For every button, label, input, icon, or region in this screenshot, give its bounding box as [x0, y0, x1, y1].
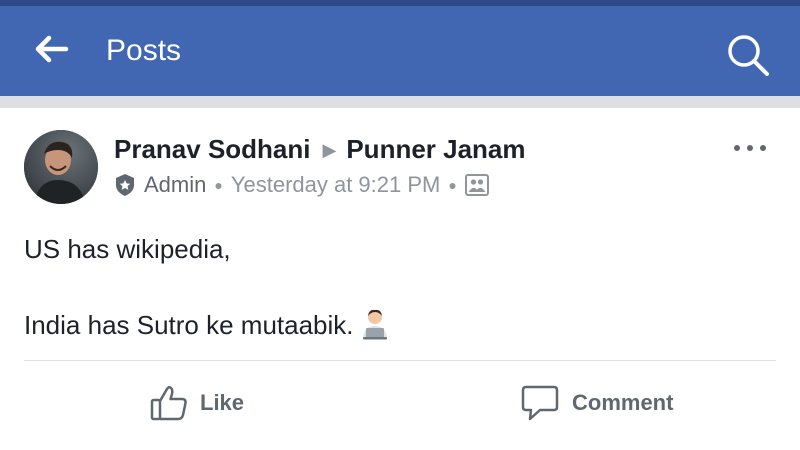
comment-button[interactable]: Comment — [520, 378, 673, 428]
post-header: Pranav Sodhani ▶ Punner Janam — [114, 132, 526, 166]
feed-separator — [0, 96, 800, 108]
separator-dot: ● — [214, 177, 223, 193]
timestamp[interactable]: Yesterday at 9:21 PM — [231, 170, 441, 200]
group-name[interactable]: Punner Janam — [346, 134, 525, 164]
triangle-right-icon: ▶ — [322, 140, 337, 160]
page-title: Posts — [106, 34, 182, 67]
admin-badge-icon — [114, 173, 136, 197]
more-options-button[interactable] — [728, 134, 772, 162]
comment-bubble-icon — [520, 384, 560, 422]
more-dots-icon — [733, 139, 767, 157]
app-bar: Posts — [0, 6, 800, 96]
like-button[interactable]: Like — [150, 378, 244, 428]
bottom-spacer — [0, 442, 800, 450]
group-photo-icon — [464, 174, 489, 196]
search-icon — [725, 32, 771, 83]
actions-divider — [24, 360, 776, 361]
post-text-line-2: India has Sutro ke mutaabik. — [24, 310, 354, 340]
technologist-emoji-icon — [360, 308, 390, 350]
like-label: Like — [200, 390, 245, 415]
arrow-left-icon — [35, 35, 69, 68]
author-name[interactable]: Pranav Sodhani — [114, 134, 311, 164]
post-text-line-1: US has wikipedia, — [24, 234, 231, 264]
avatar[interactable] — [24, 130, 98, 204]
role-label: Admin — [144, 172, 207, 197]
post-meta: Admin ● Yesterday at 9:21 PM ● — [114, 170, 489, 200]
separator-dot: ● — [448, 177, 457, 193]
comment-label: Comment — [572, 390, 674, 415]
thumbs-up-icon — [150, 385, 188, 421]
post-body: US has wikipedia, India has Sutro ke mut… — [24, 230, 764, 344]
search-button[interactable] — [722, 32, 774, 82]
post-card: Pranav Sodhani ▶ Punner Janam Admin ● Yest… — [0, 108, 800, 450]
back-button[interactable] — [28, 30, 76, 72]
